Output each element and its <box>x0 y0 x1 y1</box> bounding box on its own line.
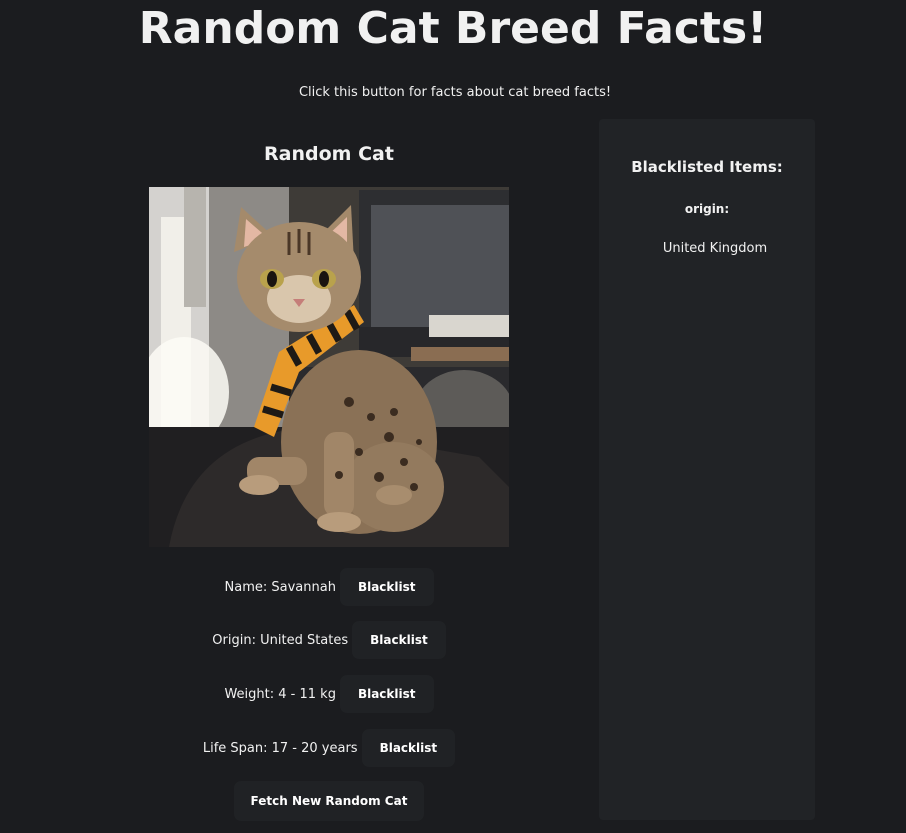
blacklist-origin-button[interactable]: Blacklist <box>352 621 446 659</box>
fact-row-weight: Weight: 4 - 11 kg Blacklist <box>0 675 658 713</box>
blacklist-key-origin: origin: <box>684 202 730 216</box>
fact-row-origin: Origin: United States Blacklist <box>0 621 658 659</box>
fact-origin-text: Origin: United States <box>212 632 349 648</box>
page-title: Random Cat Breed Facts! <box>138 3 768 54</box>
card-title: Random Cat <box>264 143 394 165</box>
blacklist-title: Blacklisted Items: <box>631 158 783 176</box>
blacklist-lifespan-button[interactable]: Blacklist <box>361 729 456 767</box>
page-subtitle: Click this button for facts about cat br… <box>298 85 612 100</box>
fact-weight-text: Weight: 4 - 11 kg <box>224 686 336 702</box>
fact-name-text: Name: Savannah <box>224 579 336 595</box>
fact-row-name: Name: Savannah Blacklist <box>0 568 658 606</box>
blacklist-panel: Blacklisted Items: origin: United Kingdo… <box>599 119 815 820</box>
blacklist-weight-button[interactable]: Blacklist <box>339 675 434 713</box>
blacklist-name-button[interactable]: Blacklist <box>339 568 434 606</box>
blacklist-value-item[interactable]: United Kingdom <box>599 241 831 257</box>
random-cat-card: Random Cat Name: Savannah Blacklist Orig… <box>0 120 658 833</box>
cat-photo <box>149 187 509 547</box>
fact-row-lifespan: Life Span: 17 - 20 years Blacklist <box>0 729 658 767</box>
fetch-new-cat-button[interactable]: Fetch New Random Cat <box>233 781 425 821</box>
fetch-row: Fetch New Random Cat <box>0 781 658 821</box>
fact-lifespan-text: Life Span: 17 - 20 years <box>202 740 358 756</box>
